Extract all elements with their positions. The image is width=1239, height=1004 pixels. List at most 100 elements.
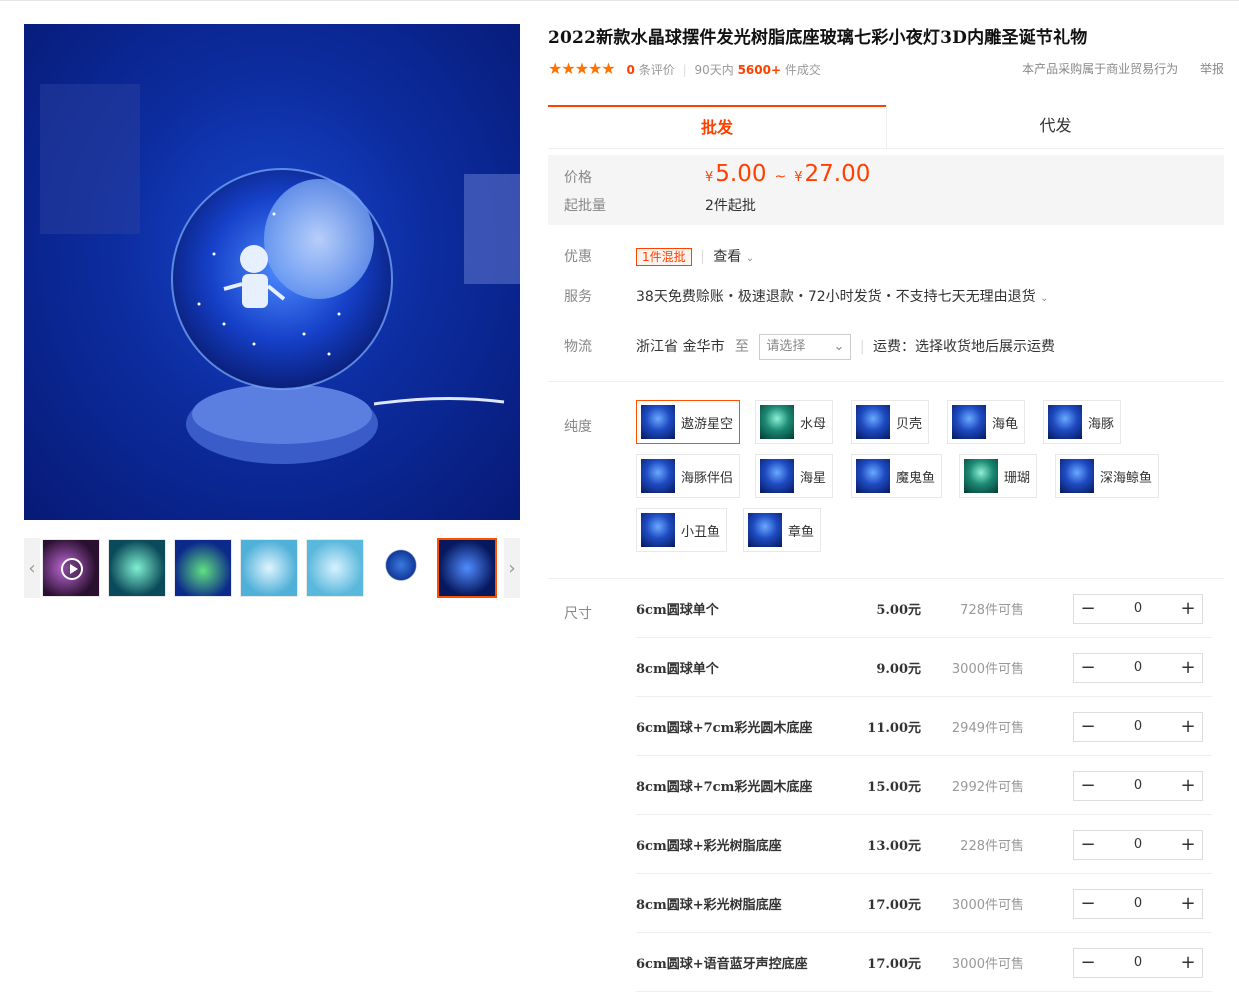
purity-label: 纯度	[564, 419, 592, 435]
option-thumbnail	[641, 405, 675, 439]
currency-symbol: ¥	[705, 170, 714, 185]
purity-option[interactable]: 魔鬼鱼	[851, 454, 943, 498]
purity-option[interactable]: 海豚伴侣	[636, 454, 741, 498]
purity-option[interactable]: 小丑鱼	[636, 508, 728, 552]
size-price: 13.00元	[867, 839, 921, 854]
thumbnail-image-active[interactable]	[437, 538, 497, 598]
purity-option[interactable]: 海星	[755, 454, 834, 498]
quantity-input[interactable]: 0	[1102, 713, 1174, 741]
plus-button[interactable]: +	[1174, 772, 1202, 800]
report-link[interactable]: 举报	[1200, 62, 1224, 76]
size-stock: 2992件可售	[951, 780, 1024, 795]
promo-tag: 1件混批	[636, 248, 692, 266]
option-thumbnail	[760, 459, 794, 493]
purity-option[interactable]: 章鱼	[743, 508, 822, 552]
option-thumbnail	[964, 459, 998, 493]
option-thumbnail	[1060, 459, 1094, 493]
option-label: 海豚伴侣	[681, 470, 734, 486]
size-name: 8cm圆球+彩光树脂底座	[636, 898, 782, 913]
plus-button[interactable]: +	[1174, 831, 1202, 859]
tab-dropship[interactable]: 代发	[886, 105, 1224, 149]
price-tilde: ~	[774, 169, 787, 185]
option-thumbnail	[856, 459, 890, 493]
moq-value: 2件起批	[705, 198, 756, 214]
purity-option[interactable]: 深海鲸鱼	[1055, 454, 1160, 498]
purity-option[interactable]: 贝壳	[851, 400, 930, 444]
option-thumbnail	[760, 405, 794, 439]
size-name: 6cm圆球+彩光树脂底座	[636, 839, 782, 854]
currency-symbol: ¥	[794, 170, 803, 185]
minus-button[interactable]: −	[1074, 713, 1102, 741]
size-price: 15.00元	[867, 780, 921, 795]
plus-button[interactable]: +	[1174, 949, 1202, 977]
plus-button[interactable]: +	[1174, 595, 1202, 623]
plus-button[interactable]: +	[1174, 713, 1202, 741]
purity-option[interactable]: 水母	[755, 400, 834, 444]
quantity-input[interactable]: 0	[1102, 949, 1174, 977]
chevron-left-icon[interactable]: ‹	[24, 538, 40, 598]
play-icon	[61, 558, 83, 580]
review-label[interactable]: 条评价	[639, 63, 675, 77]
chevron-right-icon[interactable]: ›	[504, 538, 520, 598]
thumbnail-image[interactable]	[108, 539, 166, 597]
purity-option[interactable]: 珊瑚	[959, 454, 1038, 498]
purity-option[interactable]: 海龟	[947, 400, 1026, 444]
promo-view-link[interactable]: 查看 ⌄	[713, 249, 754, 265]
size-price: 11.00元	[867, 721, 921, 736]
promo-label: 优惠	[564, 249, 592, 265]
chevron-down-icon[interactable]: ⌄	[1040, 293, 1048, 304]
minus-button[interactable]: −	[1074, 772, 1102, 800]
minus-button[interactable]: −	[1074, 890, 1102, 918]
minus-button[interactable]: −	[1074, 949, 1102, 977]
table-row: 6cm圆球+7cm彩光圆木底座 11.00元 2949件可售 − 0 +	[636, 697, 1212, 756]
size-name: 8cm圆球+7cm彩光圆木底座	[636, 780, 813, 795]
product-title: 2022新款水晶球摆件发光树脂底座玻璃七彩小夜灯3D内雕圣诞节礼物	[548, 28, 1088, 48]
option-label: 贝壳	[896, 416, 923, 432]
origin-location: 浙江省 金华市	[636, 339, 725, 355]
price-range: ¥5.00 ~ ¥27.00	[705, 161, 870, 187]
size-stock: 3000件可售	[951, 662, 1024, 677]
thumbnail-image[interactable]	[372, 539, 430, 597]
option-thumbnail	[1048, 405, 1082, 439]
purity-option[interactable]: 海豚	[1043, 400, 1122, 444]
size-stock: 3000件可售	[951, 957, 1024, 972]
sales-count: 5600+	[737, 63, 782, 77]
minus-button[interactable]: −	[1074, 595, 1102, 623]
review-count[interactable]: 0	[627, 63, 635, 77]
option-thumbnail	[748, 513, 782, 547]
quantity-input[interactable]: 0	[1102, 595, 1174, 623]
thumbnail-image[interactable]	[174, 539, 232, 597]
logistics-label: 物流	[564, 339, 592, 355]
star-rating-icon: ★★★★★	[548, 59, 616, 78]
moq-label: 起批量	[564, 198, 606, 214]
price-label: 价格	[564, 170, 592, 186]
option-label: 海星	[800, 470, 827, 486]
tab-wholesale[interactable]: 批发	[548, 105, 886, 149]
quantity-input[interactable]: 0	[1102, 890, 1174, 918]
quantity-stepper: − 0 +	[1073, 712, 1203, 742]
size-name: 6cm圆球+语音蓝牙声控底座	[636, 957, 808, 972]
purity-option[interactable]: 遨游星空	[636, 400, 741, 444]
quantity-input[interactable]: 0	[1102, 831, 1174, 859]
plus-button[interactable]: +	[1174, 890, 1202, 918]
quantity-input[interactable]: 0	[1102, 654, 1174, 682]
plus-button[interactable]: +	[1174, 654, 1202, 682]
rating-right: 本产品采购属于商业贸易行为 举报	[1004, 57, 1224, 81]
service-row: 服务 38天免费赊账・极速退款・72小时发货・不支持七天无理由退货 ⌄	[548, 277, 1224, 317]
minus-button[interactable]: −	[1074, 654, 1102, 682]
sales-suffix: 件成交	[784, 63, 821, 77]
logistics-row: 物流 浙江省 金华市 至 请选择 ⌄ | 运费：选择收货地后展示运费	[548, 325, 1224, 369]
trade-notice: 本产品采购属于商业贸易行为	[1022, 62, 1179, 76]
destination-select[interactable]: 请选择 ⌄	[759, 334, 852, 360]
thumbnail-image[interactable]	[306, 539, 364, 597]
quantity-stepper: − 0 +	[1073, 830, 1203, 860]
option-label: 遨游星空	[681, 416, 734, 432]
size-price: 17.00元	[867, 957, 921, 972]
size-stock: 728件可售	[960, 603, 1024, 618]
promo-row: 优惠 1件混批 | 查看 ⌄	[548, 237, 1224, 277]
thumbnail-video[interactable]	[42, 539, 100, 597]
quantity-input[interactable]: 0	[1102, 772, 1174, 800]
main-product-image[interactable]	[24, 24, 520, 520]
thumbnail-image[interactable]	[240, 539, 298, 597]
minus-button[interactable]: −	[1074, 831, 1102, 859]
